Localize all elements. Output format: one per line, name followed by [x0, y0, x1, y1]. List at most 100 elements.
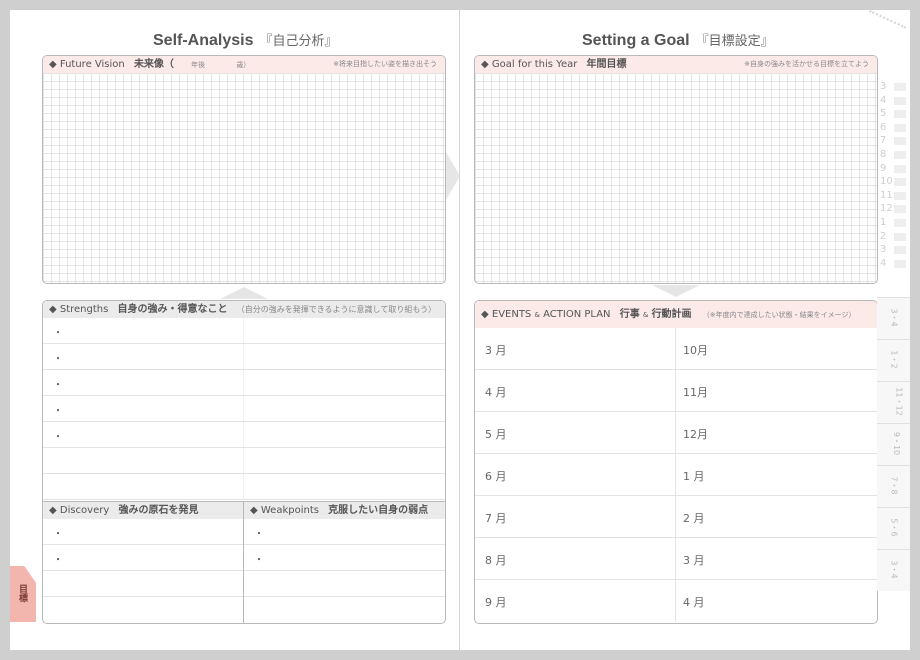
side-index-tabs: 3・4 1・2 11・12 9・10 7・8 5・6 3・4 — [877, 297, 910, 591]
month-index-numbers: 3 4 5 6 7 8 9 10 11 12 1 2 3 4 — [880, 80, 910, 270]
goal-year-grid[interactable] — [475, 73, 877, 283]
side-tab[interactable]: 5・6 — [877, 507, 910, 549]
month-row[interactable]: 5 月 12月 — [475, 412, 877, 454]
goal-year-header: ◆ Goal for this Year 年間目標 ※自身の強みを活かせる目標を… — [475, 56, 877, 73]
side-tab[interactable]: 3・4 — [877, 297, 910, 339]
discovery-line[interactable] — [43, 597, 243, 623]
weakpoints-box[interactable]: ◆ Weakpoints 克服したい自身の弱点 ・ ・ — [243, 501, 446, 624]
side-tab[interactable]: 11・12 — [877, 381, 910, 423]
month-index[interactable]: 9 — [880, 162, 910, 176]
month-label: 6 月 — [485, 470, 507, 483]
right-title-en: Setting a Goal — [582, 32, 690, 49]
month-index[interactable]: 2 — [880, 230, 910, 244]
month-row[interactable]: 3 月 10月 — [475, 328, 877, 370]
right-title-jp: 『目標設定』 — [695, 33, 774, 48]
future-vision-header: ◆ Future Vision 未来像（ 年後 歳） ※将来目指したい姿を描き出… — [43, 56, 445, 73]
month-row[interactable]: 4 月 11月 — [475, 370, 877, 412]
future-vision-year: 年後 — [191, 61, 206, 69]
months-list: 3 月 10月 4 月 11月 5 月 12月 6 月 1 月 7 月 2 月 8 月 3 … — [475, 328, 877, 622]
left-page-title: Self-Analysis 『自己分析』 — [153, 30, 338, 50]
side-tab[interactable]: 1・2 — [877, 339, 910, 381]
bullet: ・ — [53, 380, 63, 391]
strengths-line[interactable] — [43, 474, 445, 500]
goal-year-box[interactable]: ◆ Goal for this Year 年間目標 ※自身の強みを活かせる目標を… — [474, 55, 878, 284]
month-row[interactable]: 9 月 4 月 — [475, 580, 877, 622]
month-index[interactable]: 6 — [880, 121, 910, 135]
month-row[interactable]: 8 月 3 月 — [475, 538, 877, 580]
month-label: 4 月 — [485, 386, 507, 399]
events-label-jp2: 行動計画 — [651, 309, 692, 320]
bullet: ・ — [53, 328, 63, 339]
future-vision-box[interactable]: ◆ Future Vision 未来像（ 年後 歳） ※将来目指したい姿を描き出… — [42, 55, 446, 284]
future-vision-grid[interactable] — [43, 73, 445, 283]
month-label: 8 月 — [485, 554, 507, 567]
strengths-header: ◆ Strengths 自身の強み・得意なこと （自分の強みを発揮できるように意… — [43, 301, 445, 318]
strengths-line[interactable]: ・ — [43, 318, 445, 344]
strengths-line[interactable]: ・ — [43, 396, 445, 422]
month-row[interactable]: 6 月 1 月 — [475, 454, 877, 496]
side-tab[interactable]: 7・8 — [877, 465, 910, 507]
events-label: ◆ EVENTS — [481, 309, 532, 320]
weakpoints-line[interactable] — [244, 571, 445, 597]
strengths-note: （自分の強みを発揮できるように意識して取り組もう） — [236, 305, 437, 314]
events-amp2: & — [642, 311, 649, 319]
future-vision-age: 歳） — [236, 61, 251, 69]
month-row[interactable]: 7 月 2 月 — [475, 496, 877, 538]
events-box[interactable]: ◆ EVENTS & ACTION PLAN 行事 & 行動計画 （※年度内で達… — [474, 300, 878, 624]
strengths-line[interactable]: ・ — [43, 422, 445, 448]
weakpoints-label: ◆ Weakpoints — [250, 505, 319, 516]
weakpoints-lines: ・ ・ — [244, 519, 445, 623]
side-tab[interactable]: 3・4 — [877, 549, 910, 591]
strengths-label: ◆ Strengths — [49, 304, 109, 315]
weakpoints-header: ◆ Weakpoints 克服したい自身の弱点 — [244, 502, 445, 519]
discovery-label: ◆ Discovery — [49, 505, 110, 516]
side-tab[interactable]: 9・10 — [877, 423, 910, 465]
bullet: ・ — [53, 432, 63, 443]
strengths-line[interactable]: ・ — [43, 370, 445, 396]
weakpoints-line[interactable]: ・ — [244, 545, 445, 571]
strengths-label-jp: 自身の強み・得意なこと — [117, 304, 228, 315]
month-index[interactable]: 12 — [880, 202, 910, 216]
month-label: 4 月 — [683, 596, 705, 609]
month-label: 12月 — [683, 428, 708, 441]
discovery-line[interactable]: ・ — [43, 545, 243, 571]
discovery-box[interactable]: ◆ Discovery 強みの原石を発見 ・ ・ — [42, 501, 244, 624]
weakpoints-line[interactable]: ・ — [244, 519, 445, 545]
discovery-header: ◆ Discovery 強みの原石を発見 — [43, 502, 243, 519]
strengths-line[interactable] — [43, 448, 445, 474]
month-index[interactable]: 1 — [880, 216, 910, 230]
discovery-line[interactable] — [43, 571, 243, 597]
month-label: 11月 — [683, 386, 708, 399]
month-index[interactable]: 3 — [880, 80, 910, 94]
strengths-box[interactable]: ◆ Strengths 自身の強み・得意なこと （自分の強みを発揮できるように意… — [42, 300, 446, 502]
month-index[interactable]: 10 — [880, 175, 910, 189]
bullet: ・ — [53, 406, 63, 417]
month-label: 3 月 — [485, 344, 507, 357]
month-index[interactable]: 4 — [880, 257, 910, 271]
goal-year-label: ◆ Goal for this Year — [481, 59, 578, 70]
goal-year-note: ※自身の強みを活かせる目標を立てよう — [744, 60, 869, 68]
arrow-right-icon — [446, 152, 460, 200]
events-label-jp: 行事 — [619, 309, 640, 320]
month-index[interactable]: 3 — [880, 243, 910, 257]
month-label: 10月 — [683, 344, 708, 357]
month-index[interactable]: 5 — [880, 107, 910, 121]
bullet: ・ — [53, 555, 63, 566]
events-header: ◆ EVENTS & ACTION PLAN 行事 & 行動計画 （※年度内で達… — [475, 301, 877, 328]
weakpoints-line[interactable] — [244, 597, 445, 623]
month-index[interactable]: 8 — [880, 148, 910, 162]
month-label: 1 月 — [683, 470, 705, 483]
future-vision-label: ◆ Future Vision — [49, 59, 125, 70]
month-label: 7 月 — [485, 512, 507, 525]
month-index[interactable]: 7 — [880, 134, 910, 148]
month-label: 5 月 — [485, 428, 507, 441]
bullet: ・ — [53, 354, 63, 365]
left-title-en: Self-Analysis — [153, 32, 254, 49]
events-amp: & — [534, 311, 540, 319]
strengths-line[interactable]: ・ — [43, 344, 445, 370]
month-label: 2 月 — [683, 512, 705, 525]
discovery-label-jp: 強みの原石を発見 — [118, 505, 199, 516]
discovery-line[interactable]: ・ — [43, 519, 243, 545]
month-index[interactable]: 4 — [880, 94, 910, 108]
month-index[interactable]: 11 — [880, 189, 910, 203]
